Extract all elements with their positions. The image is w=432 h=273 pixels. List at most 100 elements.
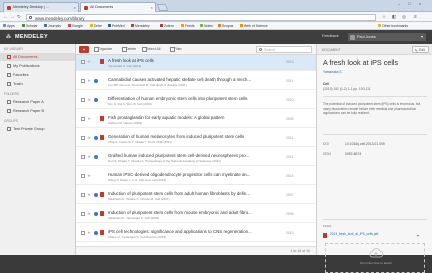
row-checkbox[interactable] [81, 193, 85, 197]
row-checkbox[interactable] [81, 212, 85, 216]
tab-bar: Mendeley Desktop | ... × All Documents ×… [0, 0, 432, 12]
table-row[interactable]: ★ Induction of pluripotent stem cells fro… [76, 207, 316, 223]
table-row[interactable]: ★ Induction of pluripotent stem cells fro… [76, 188, 316, 204]
filter-button[interactable]: Filter [170, 47, 182, 53]
table-row[interactable]: ★ A fresh look at iPS cells Yamanaka S, Ce… [76, 55, 316, 71]
row-checkbox[interactable] [81, 174, 85, 178]
row-checkbox[interactable] [81, 155, 85, 159]
row-checkbox[interactable] [81, 117, 85, 121]
detail-header-label: Document [322, 47, 341, 52]
sidebar-group-item[interactable]: Test Private Group [0, 125, 75, 133]
add-document-button[interactable]: + [79, 46, 89, 53]
reload-icon[interactable]: ↻ [17, 14, 21, 20]
cloud-upload-icon [369, 248, 384, 258]
row-checkbox[interactable] [81, 231, 85, 235]
extension-icon[interactable]: ◎ [402, 14, 406, 20]
bookmark-item[interactable]: Feeds [181, 24, 194, 28]
file-drop-zone[interactable]: Drop files here to attach [325, 243, 425, 273]
bookmark-star-icon[interactable]: ☆ [382, 14, 386, 20]
table-row[interactable]: ★ Human iPSC-derived oligodendrocyte prog… [76, 169, 316, 185]
table-row[interactable]: ★ iPS cell technologies: significance and… [76, 226, 316, 242]
issn-value[interactable]: 0092-8674 [345, 152, 361, 156]
row-checkbox[interactable] [81, 79, 85, 83]
forward-arrow-icon[interactable]: → [10, 14, 15, 20]
doi-value[interactable]: 10.1016/j.cell.2013.01.009 [345, 142, 385, 146]
sidebar-section-header: My Library [4, 47, 24, 51]
user-name: Paul Jones [357, 34, 376, 39]
table-row[interactable]: ★ Differentiation of human embryonic stem… [76, 93, 316, 109]
sidebar-folder-item[interactable]: Research Paper A [0, 98, 75, 106]
edit-button[interactable]: Edit [411, 46, 429, 53]
bookmark-folder[interactable]: Other bookmarks [378, 24, 408, 28]
unread-dot-icon [94, 136, 98, 140]
minimize-button[interactable]: – [398, 1, 400, 8]
row-checkbox[interactable] [81, 60, 85, 64]
sidebar-item-all-documents[interactable]: All Documents [0, 53, 75, 61]
delete-button[interactable]: Delete [122, 47, 136, 53]
row-checkbox[interactable] [81, 98, 85, 102]
row-date: 2011 [286, 155, 294, 159]
table-row[interactable]: ★ Grafted human induced pluripotent stem … [76, 150, 316, 166]
row-checkbox[interactable] [81, 136, 85, 140]
user-menu[interactable]: Paul Jones ▾ [348, 33, 426, 41]
sidebar-item-favorites[interactable]: Favorites [0, 71, 75, 79]
favorite-star-icon[interactable]: ★ [87, 116, 91, 122]
bookmark-item[interactable]: Drive [90, 24, 102, 28]
favorite-star-icon[interactable]: ★ [87, 192, 91, 198]
menu-icon[interactable]: ≡ [414, 14, 417, 20]
sidebar-item-my-publications[interactable]: My Publications [0, 62, 75, 70]
unread-dot-icon [94, 98, 98, 102]
file-options-icon[interactable]: ▾ [417, 233, 419, 238]
document-authors[interactable]: Yamanaka S [323, 70, 342, 74]
close-tab-icon[interactable]: × [151, 5, 153, 10]
bookmark-item[interactable]: Web of Science [240, 24, 268, 28]
favorite-star-icon[interactable]: ★ [87, 154, 91, 160]
bookmark-item[interactable]: Apps [3, 24, 15, 28]
browser-tab-all-documents[interactable]: All Documents × [80, 2, 156, 12]
mendeley-app-bar: ⁂ MENDELEY Feedback Paul Jones ▾ [0, 30, 432, 44]
url-input[interactable]: www.mendeley.com/library [26, 13, 376, 21]
sidebar-item-trash[interactable]: Trash [0, 80, 75, 88]
bookmark-item[interactable]: Notes [200, 24, 213, 28]
favorite-star-icon[interactable]: ★ [87, 97, 91, 103]
row-title: Grafted human induced pluripotent stem c… [108, 152, 250, 158]
extension-icon[interactable]: ◧ [392, 14, 396, 20]
bookmark-item[interactable]: Journals [44, 24, 61, 28]
row-date: 2006 [286, 212, 294, 216]
sidebar: My Library All Documents My Publications… [0, 44, 76, 255]
table-row[interactable]: ★ Generation of human melanocytes from in… [76, 131, 316, 147]
feedback-link[interactable]: Feedback [322, 34, 339, 38]
divider [323, 134, 427, 135]
back-arrow-icon[interactable]: ← [3, 14, 8, 20]
bookmark-item[interactable]: Scholar [22, 24, 38, 28]
favorite-star-icon[interactable]: ★ [87, 59, 91, 65]
select-all-button[interactable]: Select All [142, 47, 160, 53]
table-row[interactable]: ★ Cannabidiol causes activated hepatic st… [76, 74, 316, 90]
sidebar-folder-item[interactable]: Research Paper B [0, 107, 75, 115]
close-window-button[interactable]: × [419, 1, 421, 8]
address-bar-row: ← → ↻ www.mendeley.com/library ☆ ◧ ◎ ≡ [0, 12, 432, 22]
organize-button[interactable]: Organize [94, 47, 112, 53]
favorite-star-icon[interactable]: ★ [87, 173, 91, 179]
unread-dot-icon [94, 79, 98, 83]
favorite-star-icon[interactable]: ★ [87, 211, 91, 217]
avatar [350, 34, 355, 40]
favorite-star-icon[interactable]: ★ [87, 78, 91, 84]
bookmark-item[interactable]: Mendeley [131, 24, 150, 28]
bookmark-item[interactable]: PubMed [108, 24, 125, 28]
close-tab-icon[interactable]: × [74, 5, 76, 10]
favorite-star-icon[interactable]: ★ [87, 135, 91, 141]
pdf-icon [100, 230, 104, 235]
favorite-star-icon[interactable]: ★ [87, 230, 91, 236]
mendeley-logo[interactable]: ⁂ MENDELEY [6, 34, 48, 41]
bookmark-item[interactable]: Google [68, 24, 83, 28]
maximize-button[interactable]: □ [408, 1, 410, 8]
attached-file-link[interactable]: 2013_fresh_look_at_iPS_cells.pdf [330, 232, 410, 236]
search-input[interactable]: Search [256, 46, 312, 53]
new-tab-button[interactable] [156, 4, 169, 11]
bookmark-item[interactable]: Zotero [160, 24, 174, 28]
table-row[interactable]: ★ Fish prostaglandin for early aquatic mo… [76, 112, 316, 128]
browser-tab-mendeley-home[interactable]: Mendeley Desktop | ... × [3, 2, 79, 12]
row-title: Differentiation of human embryonic stem … [108, 95, 248, 101]
bookmark-item[interactable]: Scopus [218, 24, 233, 28]
